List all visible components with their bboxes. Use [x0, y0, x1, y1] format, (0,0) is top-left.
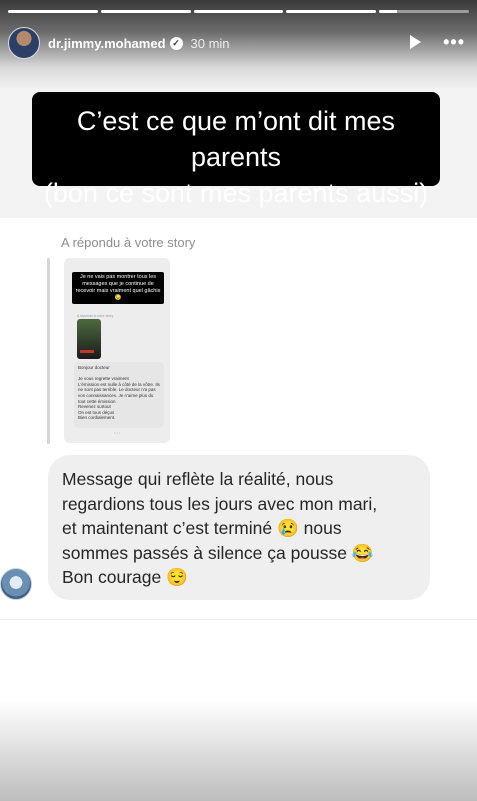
story-header: dr.jimmy.mohamed ✓ 30 min •••	[8, 26, 469, 60]
replied-to-story-label: A répondu à votre story	[61, 235, 196, 250]
progress-segment	[8, 10, 98, 13]
progress-segment	[286, 10, 377, 13]
message-line: Message qui reflète la réalité, nous	[62, 469, 334, 489]
message-line: regardions tous les jours avec mon mari,	[62, 493, 378, 514]
thumbnail-small-label: A répondu à votre story	[77, 314, 114, 318]
reply-indicator-bar	[47, 258, 50, 444]
progress-segment	[100, 10, 191, 13]
message-bubble: Message qui reflète la réalité, nous reg…	[48, 455, 430, 600]
message-line: et maintenant c’est terminé 😢 nous	[62, 518, 342, 538]
progress-segment	[379, 10, 469, 13]
sender-avatar[interactable]	[0, 568, 32, 600]
username[interactable]: dr.jimmy.mohamed	[48, 36, 166, 51]
thumbnail-caption: Je ne vais pas montrer tous les messages…	[72, 272, 164, 304]
story-bottom-gradient	[0, 700, 477, 801]
message-line: Bon courage 😌	[62, 567, 188, 587]
more-options-icon[interactable]: •••	[443, 33, 465, 51]
story-progress-bar	[8, 10, 469, 13]
caption-line: (bon ce sont mes parents aussi)	[43, 178, 429, 208]
message-line: sommes passés à silence ça pousse 😂	[62, 542, 374, 563]
caption-line: C’est ce que m’ont dit mes parents	[76, 106, 396, 172]
thumbnail-dots-icon: • • •	[114, 430, 121, 435]
progress-segment	[193, 10, 284, 13]
post-time: 30 min	[190, 35, 230, 51]
thumbnail-message: Bonjour docteur Je vous regrette vraimen…	[74, 362, 164, 428]
play-icon[interactable]	[410, 35, 421, 49]
story-thumbnail[interactable]: Je ne vais pas montrer tous les messages…	[64, 258, 170, 443]
verified-icon: ✓	[169, 36, 183, 50]
divider	[0, 619, 477, 620]
profile-avatar[interactable]	[8, 27, 40, 59]
thumbnail-photo	[77, 319, 101, 359]
story-caption: C’est ce que m’ont dit mes parents (bon …	[32, 92, 440, 208]
